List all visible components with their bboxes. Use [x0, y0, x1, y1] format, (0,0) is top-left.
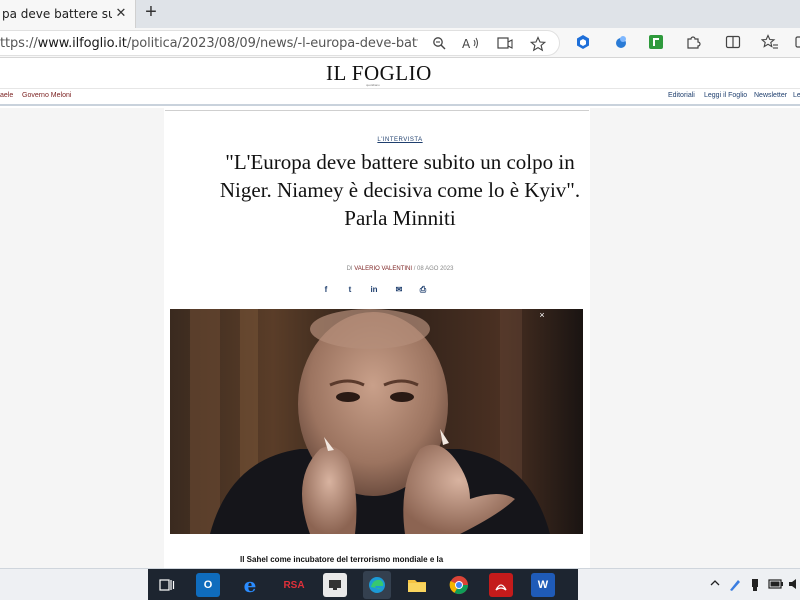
byline-author[interactable]: VALERIO VALENTINI	[354, 266, 412, 272]
windows-taskbar: O e RSA W	[0, 568, 800, 600]
tab-title: pa deve battere subito un	[2, 7, 112, 21]
extension-drop-icon[interactable]	[611, 34, 631, 54]
extensions-puzzle-icon[interactable]	[683, 34, 703, 54]
file-explorer-icon[interactable]	[405, 573, 429, 597]
nav-item-governo-meloni[interactable]: Governo Meloni	[22, 92, 71, 99]
internet-explorer-icon[interactable]: e	[238, 573, 262, 597]
outlook-icon[interactable]: O	[196, 573, 220, 597]
favorite-star-icon[interactable]	[529, 36, 547, 54]
rsa-token-icon[interactable]: RSA	[279, 573, 309, 597]
url-path: /politica/2023/08/09/news/-l-europa-deve…	[126, 36, 418, 51]
byline-date: / 08 AGO 2023	[413, 266, 454, 272]
word-icon[interactable]: W	[531, 573, 555, 597]
address-bar[interactable]: ttps://www.ilfoglio.it/politica/2023/08/…	[0, 30, 560, 56]
browser-tab[interactable]: pa deve battere subito un ✕	[0, 0, 136, 28]
web-page: IL FOGLIO quotidiano aele Governo Meloni…	[0, 58, 800, 568]
article-byline: DI VALERIO VALENTINI / 08 AGO 2023	[0, 266, 800, 272]
article-lead: Il Sahel come incubatore del terrorismo …	[240, 555, 444, 564]
collections-icon[interactable]	[790, 34, 800, 54]
edge-browser-icon[interactable]	[363, 571, 391, 599]
logo-subtitle: quotidiano	[366, 83, 380, 87]
nav-item-more[interactable]: Le	[793, 92, 800, 99]
print-icon[interactable]: ⎙	[416, 285, 430, 297]
article-kicker[interactable]: L'INTERVISTA	[0, 137, 800, 143]
favorites-collection-icon[interactable]	[760, 34, 780, 54]
url-text[interactable]: ttps://www.ilfoglio.it/politica/2023/08/…	[0, 36, 418, 51]
split-screen-icon[interactable]	[723, 34, 743, 54]
url-host: www.ilfoglio.it	[37, 36, 127, 51]
chrome-icon[interactable]	[447, 573, 471, 597]
browser-toolbar: ttps://www.ilfoglio.it/politica/2023/08/…	[0, 28, 800, 58]
site-nav: aele Governo Meloni Editoriali Leggi il …	[0, 88, 800, 106]
task-view-icon[interactable]	[155, 573, 179, 597]
header-divider	[165, 110, 589, 111]
svg-text:A: A	[462, 37, 471, 50]
nav-item-newsletter[interactable]: Newsletter	[754, 92, 787, 99]
extension-green-icon[interactable]	[646, 34, 666, 54]
screen-capture-icon[interactable]	[323, 573, 347, 597]
nav-item-editoriali[interactable]: Editoriali	[668, 92, 695, 99]
portrait-image	[170, 309, 583, 534]
acrobat-icon[interactable]	[489, 573, 513, 597]
byline-prefix: DI	[346, 266, 353, 272]
usb-icon[interactable]	[748, 578, 762, 592]
mail-icon[interactable]: ✉	[392, 285, 406, 297]
nav-item-leggi-il-foglio[interactable]: Leggi il Foglio	[704, 92, 747, 99]
battery-icon[interactable]	[768, 578, 783, 592]
facebook-icon[interactable]: f	[319, 285, 333, 297]
read-aloud-icon[interactable]: A	[462, 36, 480, 54]
tab-close-icon[interactable]: ✕	[113, 5, 129, 21]
volume-icon[interactable]	[787, 578, 800, 592]
article-headline: "L'Europa deve battere subito un colpo i…	[219, 150, 581, 230]
zoom-icon[interactable]	[430, 36, 448, 54]
extension-cube-icon[interactable]	[573, 34, 593, 54]
ad-close-icon[interactable]: ×	[537, 310, 547, 320]
new-tab-button[interactable]: +	[140, 2, 162, 24]
twitter-icon[interactable]: t	[343, 285, 357, 297]
article-photo	[170, 309, 583, 534]
nav-item-sections[interactable]: aele	[0, 92, 13, 99]
immersive-reader-icon[interactable]	[496, 36, 514, 54]
tray-chevron-icon[interactable]	[708, 578, 722, 592]
site-header: IL FOGLIO quotidiano	[0, 58, 800, 88]
pen-icon[interactable]	[728, 578, 742, 592]
linkedin-icon[interactable]: in	[367, 285, 381, 297]
browser-tab-strip: pa deve battere subito un ✕ +	[0, 0, 800, 28]
screen: pa deve battere subito un ✕ + ttps://www…	[0, 0, 800, 600]
url-scheme: ttps://	[0, 36, 38, 51]
